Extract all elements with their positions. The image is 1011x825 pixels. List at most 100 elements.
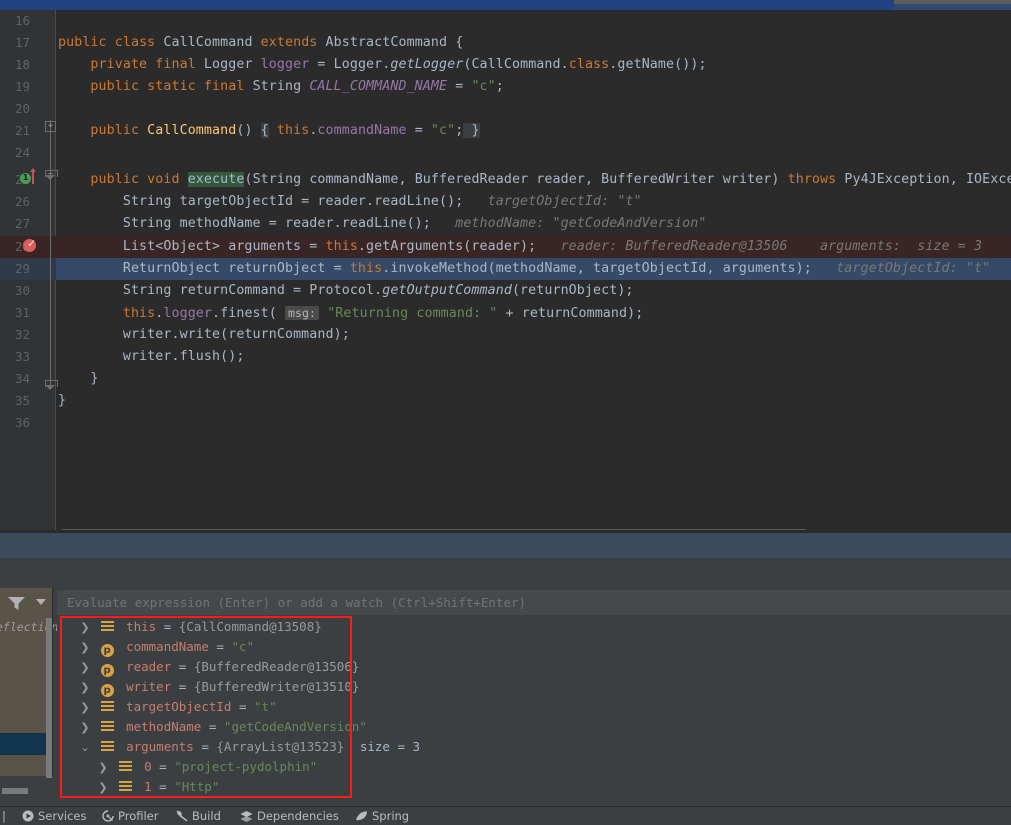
line-number: 17 xyxy=(14,35,30,50)
line-number: 20 xyxy=(14,101,30,116)
variable-value: "Http" xyxy=(174,779,220,794)
window-top-accent-bar xyxy=(0,0,1011,10)
frames-panel-divider xyxy=(52,588,53,776)
code-line-21[interactable]: public CallCommand() { this.commandName … xyxy=(58,120,480,142)
chevron-right-icon[interactable]: ❯ xyxy=(77,658,93,678)
chevron-right-icon[interactable]: ❯ xyxy=(77,618,93,638)
fold-collapse-minus[interactable]: – xyxy=(45,170,56,181)
variable-row-reader[interactable]: ❯ p reader = {BufferedReader@13506} xyxy=(77,657,359,677)
chevron-right-icon[interactable]: ❯ xyxy=(77,638,93,658)
variable-name: 1 xyxy=(144,779,152,794)
local-variable-icon xyxy=(118,761,132,772)
variable-value: {ArrayList@13523} xyxy=(216,739,345,754)
code-line-29[interactable]: ReturnObject returnObject = this.invokeM… xyxy=(58,258,1011,280)
variable-row-targetObjectId[interactable]: ❯ targetObjectId = "t" xyxy=(77,697,276,718)
code-line-18[interactable]: private final Logger logger = Logger.get… xyxy=(58,54,707,76)
chevron-right-icon[interactable]: ❯ xyxy=(77,678,93,698)
parameter-icon: p xyxy=(100,684,114,697)
variable-equals: = xyxy=(159,779,167,794)
status-bar-label: Profiler xyxy=(118,809,159,823)
local-variable-icon xyxy=(100,701,114,712)
code-line-30[interactable]: String returnCommand = Protocol.getOutpu… xyxy=(58,280,634,302)
chevron-down-icon[interactable] xyxy=(36,599,46,605)
frames-panel[interactable]: eflection) xyxy=(0,588,65,794)
line-number: 33 xyxy=(14,349,30,364)
status-bar-label: Dependencies xyxy=(257,809,339,823)
debugger-tab-strip[interactable]: rl+Al... ✕ xyxy=(0,776,52,798)
services-play-icon xyxy=(22,810,34,822)
variable-value: "project-pydolphin" xyxy=(174,759,318,774)
variable-name: 0 xyxy=(144,759,152,774)
build-hammer-icon xyxy=(176,810,188,822)
parameter-icon: p xyxy=(100,644,114,657)
code-line-32[interactable]: writer.write(returnCommand); xyxy=(58,324,350,346)
code-line-25[interactable]: public void execute(String commandName, … xyxy=(58,169,1011,191)
chevron-right-icon[interactable]: ❯ xyxy=(77,698,93,718)
variable-value: {BufferedWriter@13510} xyxy=(193,679,360,694)
variable-row-arg1[interactable]: ❯ 1 = "Http" xyxy=(95,777,219,797)
filter-funnel-icon[interactable] xyxy=(8,596,25,610)
chevron-right-icon[interactable]: ❯ xyxy=(95,758,111,778)
line-number: 35 xyxy=(14,393,30,408)
status-bar-item-dependencies[interactable]: Dependencies xyxy=(240,809,339,824)
variable-equals: = xyxy=(238,699,247,714)
fold-expand-icon[interactable]: + xyxy=(45,121,56,132)
status-bar-item-spring[interactable]: Spring xyxy=(355,809,409,824)
line-number: 26 xyxy=(14,194,30,209)
fold-region-end-icon[interactable] xyxy=(45,380,58,391)
line-number: 36 xyxy=(14,415,30,430)
status-bar-left-glyph: | xyxy=(2,809,6,823)
variable-row-this[interactable]: ❯ this = {CallCommand@13508} xyxy=(77,617,322,638)
variables-tree[interactable]: ❯ this = {CallCommand@13508} ❯ p command… xyxy=(57,617,1011,797)
variable-size: size = 3 xyxy=(359,739,421,754)
variable-row-arguments[interactable]: ⌄ arguments = {ArrayList@13523} size = 3 xyxy=(77,737,420,757)
status-bar: | Services Profiler Build Dependencies S… xyxy=(0,806,1011,825)
status-bar-item-services[interactable]: Services xyxy=(22,809,87,824)
variable-equals: = xyxy=(178,659,187,674)
editor-hscrollbar-thumb[interactable] xyxy=(60,529,808,530)
dependencies-stack-icon xyxy=(240,811,253,822)
code-line-26[interactable]: String targetObjectId = reader.readLine(… xyxy=(58,191,642,213)
code-line-35[interactable]: } xyxy=(58,390,66,412)
code-line-17[interactable]: public class CallCommand extends Abstrac… xyxy=(58,32,463,54)
variable-value: {CallCommand@13508} xyxy=(178,619,322,634)
variable-name: writer xyxy=(126,679,172,694)
status-bar-item-build[interactable]: Build xyxy=(176,809,221,824)
line-number: 19 xyxy=(14,79,30,94)
code-line-31[interactable]: this.logger.finest( msg: "Returning comm… xyxy=(58,302,643,324)
variable-row-writer[interactable]: ❯ p writer = {BufferedWriter@13510} xyxy=(77,677,359,697)
code-line-34[interactable]: } xyxy=(58,368,99,390)
code-line-33[interactable]: writer.flush(); xyxy=(58,346,245,368)
code-editor[interactable]: 16 17 18 19 20 21 24 25 26 27 28 29 30 3… xyxy=(0,10,1011,530)
status-bar-label: Build xyxy=(192,809,221,823)
variable-name: this xyxy=(126,619,157,634)
code-line-28[interactable]: List<Object> arguments = this.getArgumen… xyxy=(58,236,982,258)
line-number: 24 xyxy=(14,145,30,160)
run-method-arrow-icon xyxy=(29,168,36,184)
local-variable-icon xyxy=(100,621,114,632)
variable-equals: = xyxy=(159,759,167,774)
line-number: 30 xyxy=(14,283,30,298)
variable-name: commandName xyxy=(126,639,209,654)
chevron-down-icon[interactable]: ⌄ xyxy=(77,738,93,758)
code-line-27[interactable]: String methodName = reader.readLine(); m… xyxy=(58,213,707,235)
status-bar-label: Spring xyxy=(372,809,410,823)
variable-row-arg0[interactable]: ❯ 0 = "project-pydolphin" xyxy=(95,757,317,777)
frames-selected-row[interactable] xyxy=(0,733,52,755)
status-bar-label: Services xyxy=(38,809,87,823)
variable-equals: = xyxy=(163,619,172,634)
line-number: 16 xyxy=(14,13,30,28)
variable-row-methodName[interactable]: ❯ methodName = "getCodeAndVersion" xyxy=(77,717,367,737)
chevron-right-icon[interactable]: ❯ xyxy=(77,718,93,738)
evaluate-expression-input[interactable]: Evaluate expression (Enter) or add a wat… xyxy=(57,590,1011,615)
code-line-19[interactable]: public static final String CALL_COMMAND_… xyxy=(58,76,504,98)
status-bar-item-profiler[interactable]: Profiler xyxy=(102,809,159,824)
chevron-right-icon[interactable]: ❯ xyxy=(95,778,111,798)
variable-row-commandName[interactable]: ❯ p commandName = "c" xyxy=(77,637,254,657)
line-number: 34 xyxy=(14,371,30,386)
line-number: 32 xyxy=(14,327,30,342)
line-number: 21 xyxy=(14,123,30,138)
line-number: 31 xyxy=(14,305,30,320)
run-method-icon[interactable]: 1 xyxy=(20,173,31,184)
fold-region-bar xyxy=(50,120,51,385)
